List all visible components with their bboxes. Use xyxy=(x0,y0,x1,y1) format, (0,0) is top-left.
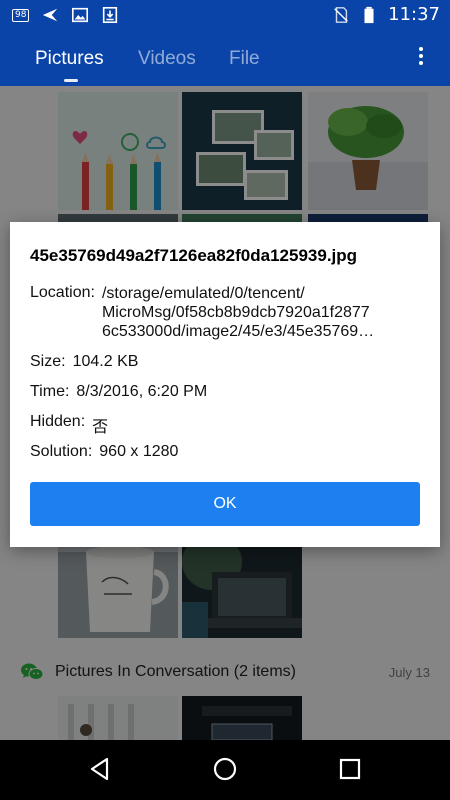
time-value: 8/3/2016, 6:20 PM xyxy=(76,383,208,400)
size-label: Size: xyxy=(30,353,66,370)
download-icon xyxy=(103,6,118,24)
size-row: Size: 104.2 KB xyxy=(30,353,138,371)
clock: 11:37 xyxy=(388,4,440,25)
back-icon[interactable] xyxy=(87,756,113,782)
ok-button[interactable]: OK xyxy=(30,482,420,526)
dialog-title: 45e35769d49a2f7126ea82f0da125939.jpg xyxy=(30,246,358,265)
home-icon[interactable] xyxy=(212,756,238,782)
location-label: Location: xyxy=(30,284,95,301)
hidden-value: 否 xyxy=(92,417,109,436)
tab-file[interactable]: File xyxy=(229,48,260,70)
solution-label: Solution: xyxy=(30,443,93,460)
send-icon xyxy=(43,8,58,22)
image-icon xyxy=(72,7,89,23)
navigation-bar xyxy=(0,740,450,800)
file-details-dialog: 45e35769d49a2f7126ea82f0da125939.jpg Loc… xyxy=(10,222,440,547)
time-row: Time: 8/3/2016, 6:20 PM xyxy=(30,383,207,401)
app-bar: Pictures Videos File xyxy=(0,30,450,86)
hidden-row: Hidden: 否 xyxy=(30,413,108,437)
location-value: /storage/emulated/0/tencent/ MicroMsg/0f… xyxy=(102,284,416,341)
status-bar: 98 11:37 xyxy=(0,0,450,30)
tab-indicator xyxy=(64,79,78,82)
battery-icon xyxy=(364,6,374,23)
notification-count-icon: 98 xyxy=(12,8,30,22)
tab-videos[interactable]: Videos xyxy=(138,48,196,70)
no-sim-icon xyxy=(334,6,348,23)
solution-row: Solution: 960 x 1280 xyxy=(30,443,178,461)
size-value: 104.2 KB xyxy=(72,353,139,370)
more-options-icon[interactable] xyxy=(416,44,426,72)
location-line: MicroMsg/0f58cb8b9dcb7920a1f2877 xyxy=(101,304,370,321)
location-row: Location: /storage/emulated/0/tencent/ M… xyxy=(30,284,416,341)
hidden-label: Hidden: xyxy=(30,413,86,430)
recents-icon[interactable] xyxy=(337,756,363,782)
location-line: 6c533000d/image2/45/e3/45e35769… xyxy=(101,323,375,340)
time-label: Time: xyxy=(30,383,70,400)
location-line: /storage/emulated/0/tencent/ xyxy=(101,285,305,302)
solution-value: 960 x 1280 xyxy=(99,443,179,460)
tab-pictures[interactable]: Pictures xyxy=(35,48,104,70)
